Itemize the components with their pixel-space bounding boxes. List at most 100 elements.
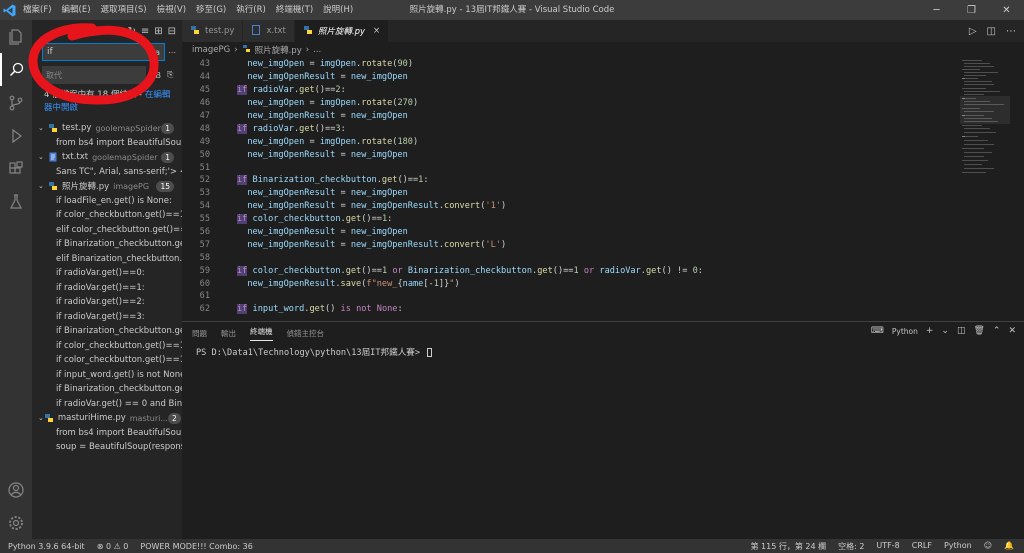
- code-token: new_imgOpenResult: [350, 239, 439, 250]
- menu-item[interactable]: 編輯(E): [57, 0, 96, 20]
- replace-all-button[interactable]: AB: [150, 71, 161, 80]
- code-token: save: [340, 278, 362, 289]
- result-file-name: masturiHime.py: [57, 413, 126, 424]
- result-match-line[interactable]: if input_word.get() is not None:: [32, 368, 182, 383]
- result-match-line[interactable]: if color_checkbutton.get()==1:: [32, 208, 182, 223]
- menu-item[interactable]: 說明(H): [318, 0, 358, 20]
- collapse-all-icon[interactable]: ⊟: [168, 26, 176, 37]
- close-panel-icon[interactable]: ✕: [1008, 326, 1016, 336]
- result-match-line[interactable]: if loadFile_en.get() is None:: [32, 194, 182, 209]
- trash-icon[interactable]: 🗑: [973, 326, 984, 336]
- menu-item[interactable]: 檔案(F): [18, 0, 57, 20]
- refresh-icon[interactable]: ↻: [127, 26, 135, 37]
- replace-input[interactable]: 取代: [42, 66, 146, 84]
- result-file-row[interactable]: ⌄ test.py goolemapSpider 1: [32, 121, 182, 136]
- feedback-icon[interactable]: ☺: [984, 541, 992, 552]
- result-match-line[interactable]: if radioVar.get()==3:: [32, 310, 182, 325]
- result-match-line[interactable]: elif Binarization_checkbutton.g...: [32, 252, 182, 267]
- terminal-output[interactable]: PS D:\Data1\Technology\python\13屆IT邦鐵人賽>: [182, 344, 1024, 358]
- search-toolbar: ↻ ≡ ⊞ ⊟: [32, 20, 182, 42]
- result-match-line[interactable]: soup = BeautifulSoup(respons...: [32, 440, 182, 455]
- panel-tab[interactable]: 終端機: [250, 326, 273, 341]
- new-terminal-icon[interactable]: +: [926, 326, 934, 336]
- menu-item[interactable]: 執行(R): [231, 0, 271, 20]
- cursor-position[interactable]: 第 115 行，第 24 欄: [750, 541, 826, 552]
- breadcrumb-folder[interactable]: imagePG: [192, 45, 230, 55]
- run-file-icon[interactable]: ▷: [969, 26, 977, 37]
- result-match-line[interactable]: if radioVar.get()==2:: [32, 295, 182, 310]
- result-match-line[interactable]: from bs4 import BeautifulSoup: [32, 426, 182, 441]
- breadcrumb-more[interactable]: ...: [313, 45, 321, 55]
- account-icon[interactable]: [0, 473, 32, 506]
- result-file-row[interactable]: ⌄ txt.txt goolemapSpider 1: [32, 150, 182, 165]
- run-debug-icon[interactable]: [0, 119, 32, 152]
- result-file-row[interactable]: ⌄ 照片旋轉.py imagePG 15: [32, 179, 182, 194]
- code-token: new_imgOpenResult: [350, 201, 439, 212]
- maximize-panel-icon[interactable]: ⌃: [993, 326, 1001, 336]
- result-match-line[interactable]: if Binarization_checkbutton.get...: [32, 324, 182, 339]
- code-editor[interactable]: 43 new_imgOpen = imgOpen.rotate(90) 44 ne…: [182, 58, 1024, 320]
- code-text: if color_checkbutton.get()==1:: [237, 214, 392, 225]
- code-token: Binarization_checkbutton: [252, 175, 377, 186]
- chevron-down-icon[interactable]: ⌄: [941, 326, 949, 336]
- panel-tab[interactable]: 輸出: [221, 328, 236, 339]
- result-match-line[interactable]: elif color_checkbutton.get()==0:: [32, 223, 182, 238]
- notifications-bell-icon[interactable]: 🔔: [1004, 541, 1014, 552]
- python-interpreter[interactable]: Python 3.9.6 64-bit: [8, 542, 85, 551]
- result-match-line[interactable]: if color_checkbutton.get()==1:: [32, 339, 182, 354]
- code-token: if: [237, 304, 248, 315]
- panel-toolbar: ⌨ Python + ⌄ ◫ 🗑 ⌃ ✕: [871, 326, 1016, 336]
- result-match-line[interactable]: if Binarization_checkbutton.get...: [32, 382, 182, 397]
- menu-item[interactable]: 移至(G): [191, 0, 231, 20]
- settings-gear-icon[interactable]: [0, 506, 32, 539]
- problems-indicator[interactable]: ⊗ 0 ⚠ 0: [97, 542, 129, 551]
- split-editor-icon[interactable]: ◫: [987, 26, 996, 37]
- result-match-line[interactable]: if radioVar.get()==0:: [32, 266, 182, 281]
- menu-item[interactable]: 選取項目(S): [96, 0, 152, 20]
- tab-file[interactable]: test.py: [182, 20, 244, 42]
- language-mode[interactable]: Python: [944, 541, 972, 552]
- split-terminal-icon[interactable]: ◫: [957, 326, 966, 336]
- result-match-line[interactable]: if radioVar.get()==1:: [32, 281, 182, 296]
- panel-tab[interactable]: 偵錯主控台: [287, 328, 325, 339]
- terminal-shell-label[interactable]: Python: [892, 327, 918, 336]
- result-match-line[interactable]: if radioVar.get() == 0 and Binar...: [32, 397, 182, 412]
- menu-item[interactable]: 終端機(T): [271, 0, 318, 20]
- close-tab-icon[interactable]: ×: [373, 26, 380, 36]
- line-number: 43: [199, 59, 210, 70]
- testing-flask-icon[interactable]: [0, 185, 32, 218]
- restore-icon[interactable]: ❐: [954, 0, 989, 20]
- indentation[interactable]: 空格: 2: [838, 541, 864, 552]
- explorer-icon[interactable]: [0, 20, 32, 53]
- result-match-line[interactable]: if color_checkbutton.get()==1 ...: [32, 353, 182, 368]
- code-line: 53 new_imgOpenResult = new_imgOpen: [182, 187, 1024, 200]
- search-icon[interactable]: [0, 53, 32, 86]
- more-actions-icon[interactable]: ⋯: [1006, 26, 1016, 37]
- replace-all-icon[interactable]: ⎘: [167, 70, 173, 80]
- tab-active[interactable]: 照片旋轉.py ×: [294, 20, 390, 42]
- panel-tab[interactable]: 問題: [192, 328, 207, 339]
- result-match-line[interactable]: if Binarization_checkbutton.get...: [32, 237, 182, 252]
- warning-count: 0: [123, 541, 129, 551]
- code-token: new_imgOpen: [247, 136, 305, 147]
- encoding[interactable]: UTF-8: [876, 541, 899, 552]
- minimize-icon[interactable]: ─: [919, 0, 954, 20]
- search-input[interactable]: [47, 47, 137, 57]
- match-case-toggle[interactable]: Aa: [150, 48, 160, 57]
- extensions-icon[interactable]: [0, 152, 32, 185]
- toggle-details-icon[interactable]: ⋯: [168, 48, 176, 57]
- minimap[interactable]: [960, 58, 1010, 198]
- source-control-icon[interactable]: [0, 86, 32, 119]
- line-ending[interactable]: CRLF: [912, 541, 932, 552]
- result-match-line[interactable]: Sans TC", Arial, sans-serif;'> <s...: [32, 165, 182, 180]
- clear-results-icon[interactable]: ≡: [141, 26, 149, 37]
- breadcrumb-file[interactable]: 照片旋轉.py: [255, 44, 302, 56]
- bottom-panel: 問題 輸出 終端機 偵錯主控台 ⌨ Python + ⌄ ◫ 🗑 ⌃ ✕ PS D:\…: [182, 321, 1024, 539]
- result-match-line[interactable]: from bs4 import BeautifulSoup: [32, 136, 182, 151]
- menu-item[interactable]: 檢視(V): [152, 0, 191, 20]
- new-search-editor-icon[interactable]: ⊞: [154, 26, 162, 37]
- close-window-icon[interactable]: ✕: [989, 0, 1024, 20]
- result-file-row[interactable]: ⌄ masturiHime.py masturi... 2: [32, 411, 182, 426]
- tab-file[interactable]: x.txt: [243, 20, 295, 42]
- code-token: ()==: [361, 265, 382, 276]
